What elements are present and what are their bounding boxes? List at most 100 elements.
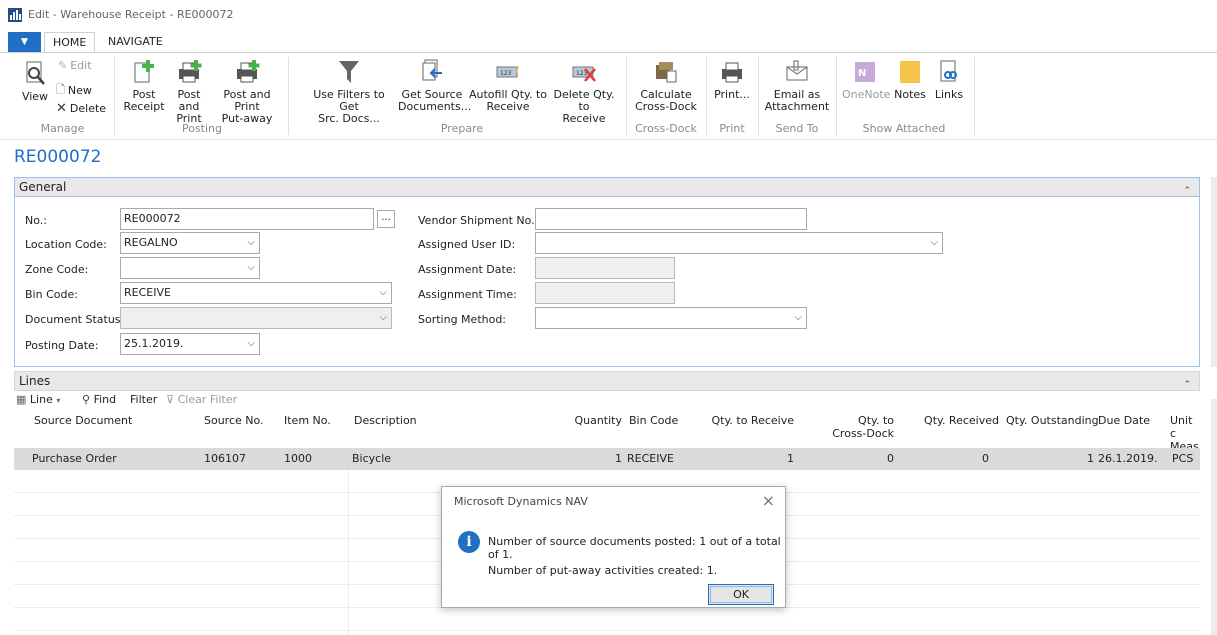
cell-qty-outstanding[interactable]: 1: [1014, 448, 1094, 470]
cell-source-no[interactable]: 106107: [204, 448, 246, 470]
zone-code-field[interactable]: ⌵: [120, 257, 260, 279]
group-label-send-to: Send To: [775, 122, 819, 135]
col-description[interactable]: Description: [354, 414, 417, 427]
col-qty-to-cross-dock[interactable]: Qty. to Cross-Dock: [814, 414, 894, 440]
chevron-up-icon[interactable]: ⌃: [1183, 376, 1191, 394]
autofill-icon: 123: [496, 65, 519, 78]
col-qty-outstanding[interactable]: Qty. Outstanding: [1006, 414, 1099, 427]
svg-text:123: 123: [500, 70, 512, 77]
assignment-date-field: [535, 257, 675, 279]
svg-text:N: N: [858, 68, 866, 79]
cell-bin-code[interactable]: RECEIVE: [627, 448, 674, 470]
cell-due-date[interactable]: 26.1.2019.: [1098, 448, 1157, 470]
view-button[interactable]: View: [20, 61, 50, 103]
sorting-method-label: Sorting Method:: [418, 313, 507, 326]
group-label-print: Print: [719, 122, 745, 135]
cell-description[interactable]: Bicycle: [352, 448, 391, 470]
location-code-label: Location Code:: [25, 238, 107, 251]
cell-source-document[interactable]: Purchase Order: [32, 448, 117, 470]
col-qty-to-receive[interactable]: Qty. to Receive: [694, 414, 794, 427]
assigned-user-id-field[interactable]: ⌵: [535, 232, 943, 254]
table-row[interactable]: Purchase Order 106107 1000 Bicycle 1 REC…: [14, 448, 1200, 470]
email-attachment-icon: [786, 60, 808, 81]
sticky-note-icon: [900, 61, 920, 83]
get-document-icon: [422, 59, 442, 81]
onenote-button[interactable]: N OneNote: [842, 59, 890, 101]
post-receipt-button[interactable]: Post Receipt: [122, 59, 166, 113]
scrollbar[interactable]: [1211, 177, 1217, 367]
filter-button[interactable]: Filter: [130, 393, 157, 406]
lines-fasttab-header[interactable]: Lines ⌃: [14, 371, 1200, 391]
col-bin-code[interactable]: Bin Code: [629, 414, 678, 427]
notes-button[interactable]: Notes: [892, 59, 928, 101]
no-field[interactable]: RE000072: [120, 208, 374, 230]
delete-button[interactable]: ✕ Delete: [56, 101, 106, 116]
use-filters-button[interactable]: Use Filters to Get Src. Docs...: [304, 59, 394, 125]
cell-quantity[interactable]: 1: [564, 448, 622, 470]
col-source-document[interactable]: Source Document: [34, 414, 132, 427]
posting-date-label: Posting Date:: [25, 339, 99, 352]
zone-code-label: Zone Code:: [25, 263, 89, 276]
posting-date-field[interactable]: 25.1.2019. ⌵: [120, 333, 260, 355]
clear-filter-button[interactable]: ⊽ Clear Filter: [166, 393, 237, 406]
bin-code-label: Bin Code:: [25, 288, 78, 301]
link-icon: [940, 60, 957, 82]
ribbon-tabs: ▼ HOME NAVIGATE: [0, 32, 1217, 52]
cell-qty-to-cross-dock[interactable]: 0: [814, 448, 894, 470]
assignment-date-label: Assignment Date:: [418, 263, 517, 276]
no-label: No.:: [25, 214, 47, 227]
grid-icon: ▦: [16, 393, 27, 406]
delete-qty-to-receive-button[interactable]: 123 Delete Qty. to Receive: [548, 59, 620, 125]
ok-button[interactable]: OK: [708, 584, 774, 605]
document-status-field: ⌵: [120, 307, 392, 329]
edit-button[interactable]: ✎ Edit: [58, 59, 92, 72]
autofill-qty-button[interactable]: 123 Autofill Qty. to Receive: [466, 59, 550, 113]
post-and-print-button[interactable]: Post and Print: [166, 59, 212, 125]
cell-unit-of-measure[interactable]: PCS: [1172, 448, 1193, 470]
general-fasttab-header[interactable]: General ⌃: [14, 177, 1200, 197]
links-button[interactable]: Links: [932, 59, 966, 101]
cell-qty-to-receive[interactable]: 1: [694, 448, 794, 470]
location-code-field[interactable]: REGALNO ⌵: [120, 232, 260, 254]
new-button[interactable]: 🗋 New: [56, 81, 92, 100]
get-source-documents-button[interactable]: Get Source Documents...: [398, 59, 471, 113]
tab-navigate[interactable]: NAVIGATE: [108, 32, 163, 52]
dialog-message: Number of put-away activities created: 1…: [488, 564, 718, 577]
tab-home[interactable]: HOME: [44, 32, 96, 52]
col-item-no[interactable]: Item No.: [284, 414, 331, 427]
window-title: Edit - Warehouse Receipt - RE000072: [28, 8, 234, 21]
vendor-shipment-no-label: Vendor Shipment No.:: [418, 214, 539, 227]
scrollbar[interactable]: [1211, 399, 1217, 635]
chevron-down-icon: ⌵: [379, 312, 387, 323]
email-as-attachment-button[interactable]: Email as Attachment: [764, 59, 830, 113]
document-status-label: Document Status:: [25, 313, 125, 326]
app-menu-button[interactable]: ▼: [8, 32, 41, 52]
group-separator: [974, 57, 975, 135]
group-separator: [114, 57, 115, 135]
funnel-filter-icon: [339, 61, 359, 83]
group-separator: [758, 57, 759, 135]
vendor-shipment-no-field[interactable]: [535, 208, 807, 230]
title-bar: Edit - Warehouse Receipt - RE000072: [0, 0, 1217, 28]
sorting-method-field[interactable]: ⌵: [535, 307, 807, 329]
find-button[interactable]: ⚲ Find: [82, 393, 116, 406]
printer-post-icon: [237, 60, 260, 83]
cell-item-no[interactable]: 1000: [284, 448, 312, 470]
chevron-down-icon: ⌵: [930, 237, 938, 248]
col-due-date[interactable]: Due Date: [1098, 414, 1150, 427]
calculate-cross-dock-button[interactable]: Calculate Cross-Dock: [632, 59, 700, 113]
printer-post-icon: [179, 60, 202, 83]
print-button[interactable]: Print...: [712, 59, 752, 101]
cell-qty-received[interactable]: 0: [909, 448, 989, 470]
bin-code-field[interactable]: RECEIVE ⌵: [120, 282, 392, 304]
cross-dock-icon: [656, 62, 677, 83]
assist-edit-button[interactable]: ...: [377, 210, 395, 228]
close-icon[interactable]: ×: [762, 491, 775, 510]
col-quantity[interactable]: Quantity: [564, 414, 622, 427]
assigned-user-id-label: Assigned User ID:: [418, 238, 516, 251]
post-and-print-put-away-button[interactable]: Post and Print Put-away: [214, 59, 280, 125]
col-source-no[interactable]: Source No.: [204, 414, 264, 427]
line-menu-button[interactable]: ▦ Line ▾: [16, 393, 60, 406]
general-fasttab-body: No.: RE000072 ... Location Code: REGALNO…: [14, 197, 1200, 367]
col-qty-received[interactable]: Qty. Received: [909, 414, 999, 427]
